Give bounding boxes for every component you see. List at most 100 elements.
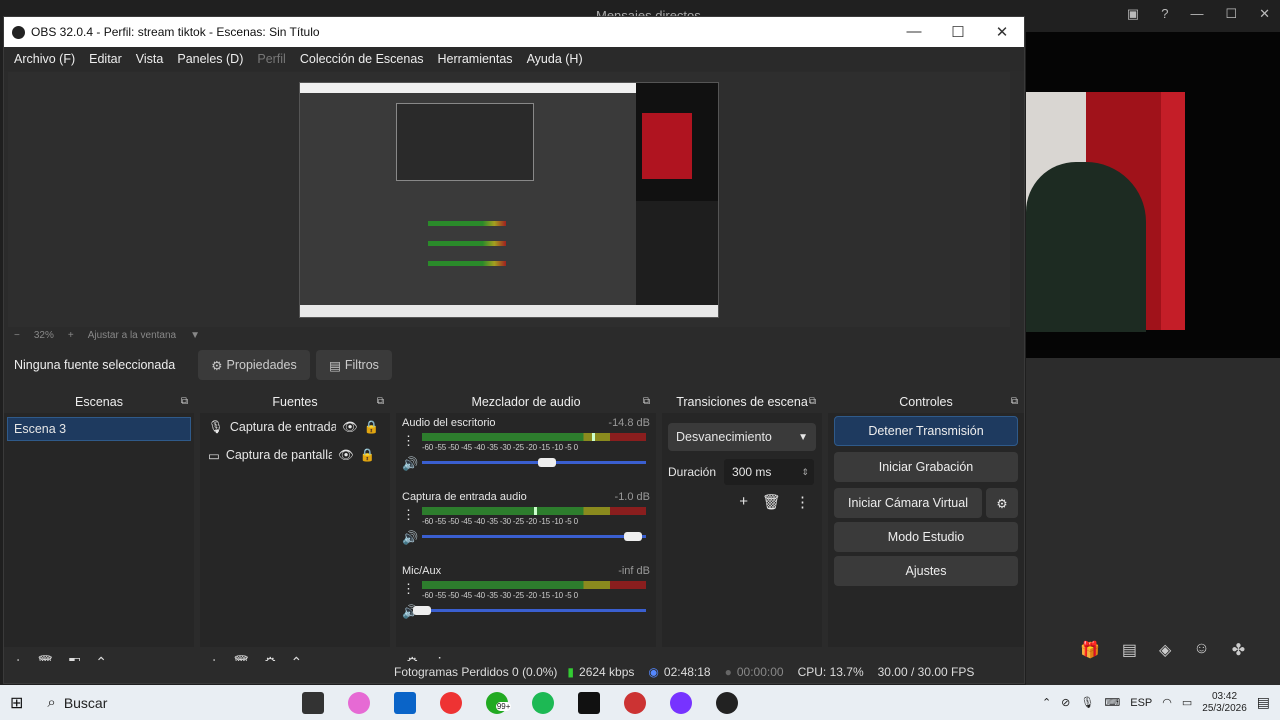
maximize-button[interactable]: ☐ <box>936 23 980 41</box>
virtual-camera-button[interactable]: Iniciar Cámara Virtual <box>834 488 982 518</box>
meter-scale: -60 -55 -50 -45 -40 -35 -30 -25 -20 -15 … <box>422 591 578 600</box>
apps-icon[interactable]: ✤ <box>1232 640 1245 660</box>
volume-knob[interactable] <box>413 606 431 615</box>
volume-slider[interactable] <box>422 535 646 538</box>
language-indicator[interactable]: ESP <box>1130 697 1152 709</box>
copilot-icon[interactable] <box>347 691 370 714</box>
duration-spinbox[interactable]: 300 ms ⇕ <box>724 459 815 485</box>
minimize-button[interactable]: — <box>892 23 936 41</box>
menu-editar[interactable]: Editar <box>82 52 129 66</box>
taskview-icon[interactable] <box>301 691 324 714</box>
lock-icon[interactable]: 🔒 <box>364 420 380 435</box>
volume-knob[interactable] <box>623 532 642 541</box>
mixer-channel: Captura de entrada audio -1.0 dB ⋮ -60 -5… <box>396 487 656 561</box>
close-icon[interactable]: ✕ <box>1259 6 1270 22</box>
menu-perfil[interactable]: Perfil <box>250 52 292 66</box>
windows-icon[interactable]: ⊞ <box>10 693 23 713</box>
menu-dots-icon[interactable]: ⋮ <box>795 493 810 511</box>
spotify-icon[interactable] <box>531 691 554 714</box>
virtual-camera-settings-button[interactable]: ⚙ <box>986 488 1018 518</box>
undock-icon[interactable]: ⧉ <box>1011 396 1018 407</box>
sticker-icon[interactable]: ◈ <box>1159 640 1171 660</box>
battery-icon[interactable]: ▭ <box>1182 696 1192 709</box>
network-icon[interactable]: ⊘ <box>1061 696 1070 709</box>
menu-dots-icon[interactable]: ⋮ <box>402 507 415 523</box>
maximize-icon[interactable]: ☐ <box>1225 6 1237 22</box>
channel-name: Mic/Aux <box>402 565 442 577</box>
zoom-out-button[interactable]: − <box>14 330 20 341</box>
screen-icon[interactable]: ▣ <box>1127 6 1139 22</box>
menu-ayuda[interactable]: Ayuda (H) <box>520 52 590 66</box>
source-item[interactable]: 🎙 Captura de entrada 👁 🔒 <box>200 413 390 441</box>
keyboard-icon[interactable]: ⌨ <box>1104 696 1120 709</box>
volume-knob[interactable] <box>538 458 557 467</box>
clock[interactable]: 03:42 25/3/2026 <box>1202 691 1247 715</box>
taskbar-search[interactable]: Buscar <box>64 695 290 711</box>
zoom-bar: − 32% + Ajustar a la ventana ▼ <box>8 327 1010 343</box>
stop-stream-button[interactable]: Detener Transmisión <box>834 416 1018 446</box>
lock-icon[interactable]: 🔒 <box>360 448 376 463</box>
obs-icon[interactable] <box>715 691 738 714</box>
volume-slider[interactable] <box>422 609 646 612</box>
controls-dock: Controles ⧉ Detener Transmisión Iniciar G… <box>828 391 1024 647</box>
chevron-down-icon[interactable]: ▼ <box>190 330 200 341</box>
meter-scale: -60 -55 -50 -45 -40 -35 -30 -25 -20 -15 … <box>422 517 578 526</box>
filters-button[interactable]: ▤ Filtros <box>316 350 392 380</box>
menu-herramientas[interactable]: Herramientas <box>431 52 520 66</box>
source-item[interactable]: ▭ Captura de pantalla 👁 🔒 <box>200 441 390 469</box>
monitor-icon: ▭ <box>208 448 220 463</box>
dropped-frames: Fotogramas Perdidos 0 (0.0%) <box>394 665 558 679</box>
scenes-title: Escenas <box>75 395 123 409</box>
chrome-icon[interactable] <box>439 691 462 714</box>
help-icon[interactable]: ? <box>1161 6 1168 22</box>
menu-bar: Archivo (F) Editar Vista Paneles (D) Per… <box>4 47 1024 71</box>
menu-coleccion[interactable]: Colección de Escenas <box>293 52 431 66</box>
bitrate: 2624 kbps <box>579 665 635 679</box>
eye-icon[interactable]: 👁 <box>342 420 358 435</box>
add-icon[interactable]: + <box>739 493 748 511</box>
mic-icon[interactable]: 🎙 <box>1080 696 1094 709</box>
close-button[interactable]: ✕ <box>980 23 1024 41</box>
eye-icon[interactable]: 👁 <box>338 448 354 463</box>
capcut-icon[interactable] <box>577 691 600 714</box>
fps: 30.00 / 30.00 FPS <box>877 665 975 679</box>
gift-icon[interactable]: 🎁 <box>1080 640 1100 660</box>
undock-icon[interactable]: ⧉ <box>643 396 650 407</box>
channel-db: -1.0 dB <box>614 491 650 503</box>
notifications-icon[interactable]: ▤ <box>1257 694 1270 711</box>
gear-icon: ⚙ <box>211 358 223 373</box>
transition-select[interactable]: Desvanecimiento ▼ <box>668 423 816 451</box>
minimize-icon[interactable]: — <box>1190 6 1203 22</box>
studio-mode-button[interactable]: Modo Estudio <box>834 522 1018 552</box>
menu-paneles[interactable]: Paneles (D) <box>170 52 250 66</box>
outlook-icon[interactable] <box>393 691 416 714</box>
volume-slider[interactable] <box>422 461 646 464</box>
emoji-icon[interactable]: ☺ <box>1193 640 1209 660</box>
scene-item[interactable]: Escena 3 <box>7 417 191 441</box>
whatsapp-icon[interactable]: 99+ <box>485 691 512 714</box>
gif-icon[interactable]: ▤ <box>1122 640 1137 660</box>
menu-archivo[interactable]: Archivo (F) <box>7 52 82 66</box>
undock-icon[interactable]: ⧉ <box>809 396 816 407</box>
channel-name: Captura de entrada audio <box>402 491 527 503</box>
messenger-icon[interactable] <box>669 691 692 714</box>
source-toolbar: Ninguna fuente seleccionada ⚙ Propiedades… <box>8 347 1010 383</box>
preview-canvas[interactable] <box>8 72 1010 327</box>
speaker-icon[interactable]: 🔊 <box>402 530 418 546</box>
menu-vista[interactable]: Vista <box>129 52 171 66</box>
settings-button[interactable]: Ajustes <box>834 556 1018 586</box>
speaker-icon[interactable]: 🔊 <box>402 456 418 472</box>
tray-chevron-icon[interactable]: ⌃ <box>1042 696 1051 709</box>
spinner-icon[interactable]: ⇕ <box>801 467 809 478</box>
undock-icon[interactable]: ⧉ <box>181 396 188 407</box>
zoom-in-button[interactable]: + <box>68 330 74 341</box>
menu-dots-icon[interactable]: ⋮ <box>402 581 415 597</box>
wifi-icon[interactable]: ◠ <box>1162 696 1172 709</box>
undock-icon[interactable]: ⧉ <box>377 396 384 407</box>
trash-icon[interactable]: 🗑 <box>762 493 781 511</box>
chrome-profile-icon[interactable] <box>623 691 646 714</box>
properties-button[interactable]: ⚙ Propiedades <box>198 350 310 380</box>
start-record-button[interactable]: Iniciar Grabación <box>834 452 1018 482</box>
whatsapp-badge: 99+ <box>495 701 512 711</box>
menu-dots-icon[interactable]: ⋮ <box>402 433 415 449</box>
